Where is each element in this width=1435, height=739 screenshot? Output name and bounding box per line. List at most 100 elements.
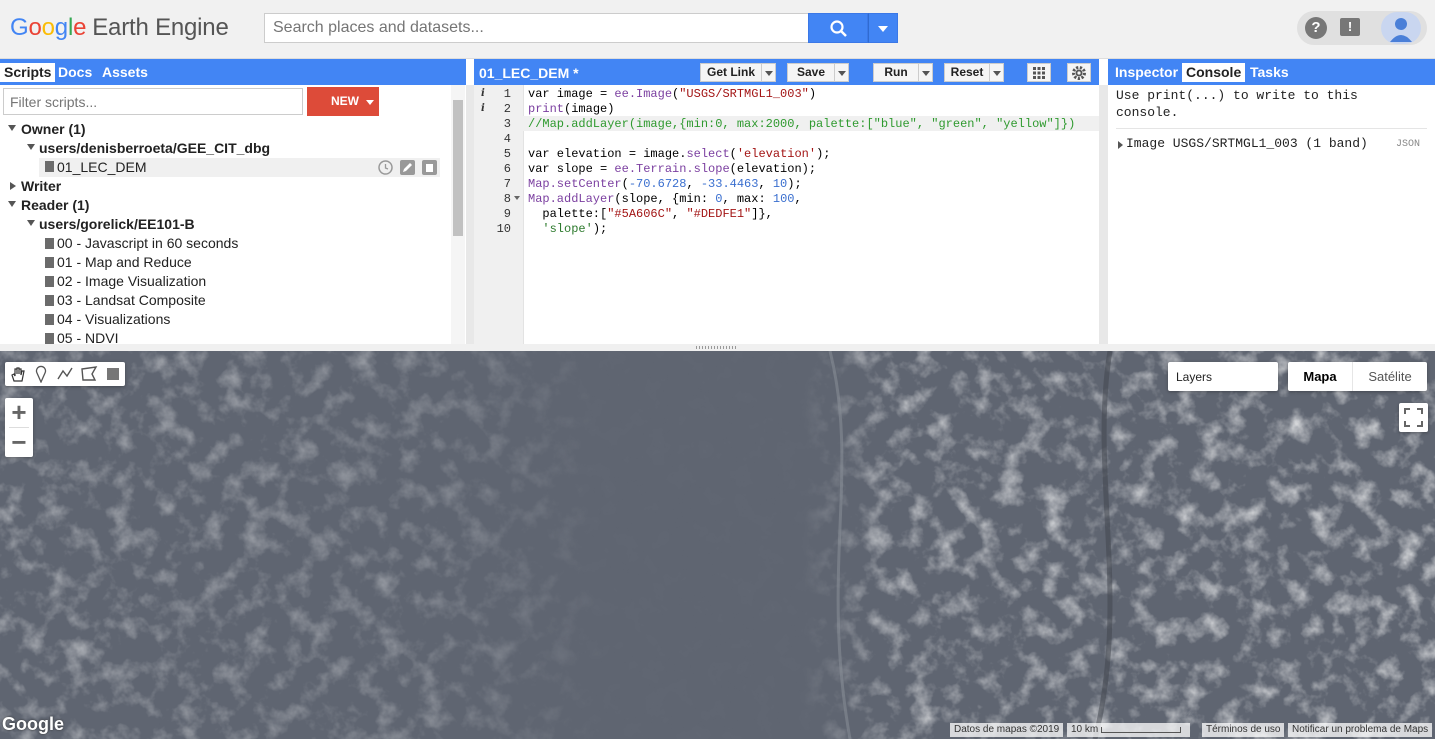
tree-file-item[interactable]: 02 - Image Visualization: [57, 273, 206, 289]
code-line[interactable]: var elevation = image.select('elevation'…: [528, 147, 830, 161]
fold-icon[interactable]: [514, 196, 520, 201]
tree-reader[interactable]: Reader (1): [21, 197, 89, 213]
code-line[interactable]: Map.setCenter(-70.6728, -33.4463, 10);: [528, 177, 802, 191]
json-link[interactable]: JSON: [1396, 139, 1420, 150]
search-dropdown-button[interactable]: [868, 13, 898, 43]
code-line[interactable]: 'slope');: [528, 222, 607, 236]
feedback-icon[interactable]: !: [1340, 18, 1360, 36]
terms-link[interactable]: Términos de uso: [1202, 723, 1285, 737]
code-token: (: [729, 147, 737, 161]
chevron-down-icon: [922, 71, 930, 76]
zoom-out-button[interactable]: −: [5, 428, 33, 457]
map-splitter[interactable]: [0, 344, 1435, 351]
account-area: ? !: [1297, 11, 1427, 45]
tree-file-item[interactable]: 05 - NDVI: [57, 330, 118, 344]
map-scale[interactable]: 10 km: [1067, 723, 1190, 737]
marker-icon[interactable]: [33, 365, 49, 383]
tree-file-item[interactable]: 03 - Landsat Composite: [57, 292, 206, 308]
console-hint: Use print(...) to write to this console.: [1116, 88, 1358, 120]
scrollbar-thumb[interactable]: [453, 100, 463, 236]
run-dropdown[interactable]: [918, 63, 933, 82]
code-token: "USGS/SRTMGL1_003": [679, 87, 809, 101]
code-line[interactable]: Map.addLayer(slope, {min: 0, max: 100,: [528, 192, 802, 206]
report-problem-link[interactable]: Notificar un problema de Maps: [1288, 723, 1433, 737]
reset-dropdown[interactable]: [989, 63, 1004, 82]
history-icon[interactable]: [378, 160, 393, 175]
code-token: var elevation = image.: [528, 147, 687, 161]
tree-writer[interactable]: Writer: [21, 178, 61, 194]
run-button[interactable]: Run: [873, 63, 919, 82]
tab-assets[interactable]: Assets: [98, 63, 152, 82]
filter-scripts-input[interactable]: [3, 88, 303, 115]
avatar[interactable]: [1381, 12, 1421, 44]
tree-owner[interactable]: Owner (1): [21, 121, 86, 137]
code-line[interactable]: var slope = ee.Terrain.slope(elevation);: [528, 162, 816, 176]
code-editor[interactable]: i i var image = ee.Image("USGS/SRTMGL1_0…: [474, 85, 1099, 344]
map-canvas[interactable]: + − Layers Mapa Satélite Google: [0, 351, 1435, 739]
code-token: 10: [772, 177, 788, 191]
file-icon: [45, 276, 54, 287]
reset-button[interactable]: Reset: [944, 63, 990, 82]
expand-icon[interactable]: [27, 144, 35, 150]
tree-reader-repo[interactable]: users/gorelick/EE101-B: [39, 216, 195, 232]
code-token: //Map.addLayer(image,{min:0, max:2000, p…: [528, 117, 1076, 131]
expand-icon[interactable]: [8, 125, 16, 131]
console-output-item[interactable]: Image USGS/SRTMGL1_003 (1 band) JSON: [1116, 136, 1427, 156]
tab-inspector[interactable]: Inspector: [1111, 63, 1182, 82]
tree-file-item[interactable]: 00 - Javascript in 60 seconds: [57, 235, 238, 251]
fullscreen-button[interactable]: [1399, 403, 1428, 432]
get-link-button[interactable]: Get Link: [700, 63, 762, 82]
top-bar: GoogleEarth Engine ? !: [0, 0, 1435, 59]
tree-file-item[interactable]: 01 - Map and Reduce: [57, 254, 192, 270]
save-dropdown[interactable]: [834, 63, 849, 82]
file-icon: [45, 161, 54, 172]
polygon-icon[interactable]: [80, 365, 98, 383]
chevron-down-icon: [366, 100, 374, 105]
search-input[interactable]: [264, 13, 809, 43]
line-number: 6: [503, 162, 511, 176]
zoom-in-button[interactable]: +: [5, 398, 33, 427]
map-type-satellite-button[interactable]: Satélite: [1353, 362, 1427, 391]
get-link-dropdown[interactable]: [761, 63, 776, 82]
apps-button[interactable]: [1027, 63, 1051, 82]
code-line[interactable]: palette:["#5A606C", "#DEDFE1"]},: [528, 207, 772, 221]
expand-icon[interactable]: [8, 201, 16, 207]
line-icon[interactable]: [56, 365, 74, 383]
app-logo[interactable]: Google Earth Engine: [10, 14, 229, 42]
save-button[interactable]: Save: [787, 63, 835, 82]
chevron-down-icon: [878, 26, 888, 32]
code-line[interactable]: print(image): [528, 102, 614, 116]
edit-icon[interactable]: [400, 160, 415, 175]
expand-icon[interactable]: [27, 220, 35, 226]
drawing-toolbar: [5, 362, 125, 386]
map-type-map-button[interactable]: Mapa: [1288, 362, 1352, 391]
panel-splitter[interactable]: [1099, 85, 1108, 344]
code-token: 100: [772, 192, 795, 206]
tab-docs[interactable]: Docs: [54, 63, 96, 82]
search-button[interactable]: [808, 13, 868, 43]
code-token: ,: [794, 192, 802, 206]
code-token: (slope, {min:: [614, 192, 716, 206]
selected-file-row[interactable]: 01_LEC_DEM: [39, 158, 440, 177]
code-line[interactable]: //Map.addLayer(image,{min:0, max:2000, p…: [528, 117, 1075, 131]
code-token: );: [592, 222, 608, 236]
tab-scripts[interactable]: Scripts: [0, 63, 56, 82]
layers-control[interactable]: Layers: [1168, 362, 1278, 391]
tree-file-item[interactable]: 04 - Visualizations: [57, 311, 170, 327]
help-icon[interactable]: ?: [1305, 17, 1327, 39]
hand-icon[interactable]: [9, 365, 27, 383]
tree-owner-repo[interactable]: users/denisberroeta/GEE_CIT_dbg: [39, 140, 270, 156]
rectangle-icon[interactable]: [105, 366, 121, 382]
expand-icon[interactable]: [10, 182, 16, 190]
tab-tasks[interactable]: Tasks: [1246, 63, 1293, 82]
new-button[interactable]: NEW: [307, 87, 379, 116]
code-line[interactable]: var image = ee.Image("USGS/SRTMGL1_003"): [528, 87, 816, 101]
grid-icon: [1033, 67, 1045, 79]
code-token: );: [787, 177, 802, 191]
delete-icon[interactable]: [422, 160, 437, 175]
line-number: 7: [503, 177, 511, 191]
panel-splitter[interactable]: [466, 85, 474, 344]
tab-console[interactable]: Console: [1182, 63, 1246, 82]
console-output-label: Image USGS/SRTMGL1_003 (1 band): [1126, 136, 1368, 151]
settings-button[interactable]: [1067, 63, 1091, 82]
